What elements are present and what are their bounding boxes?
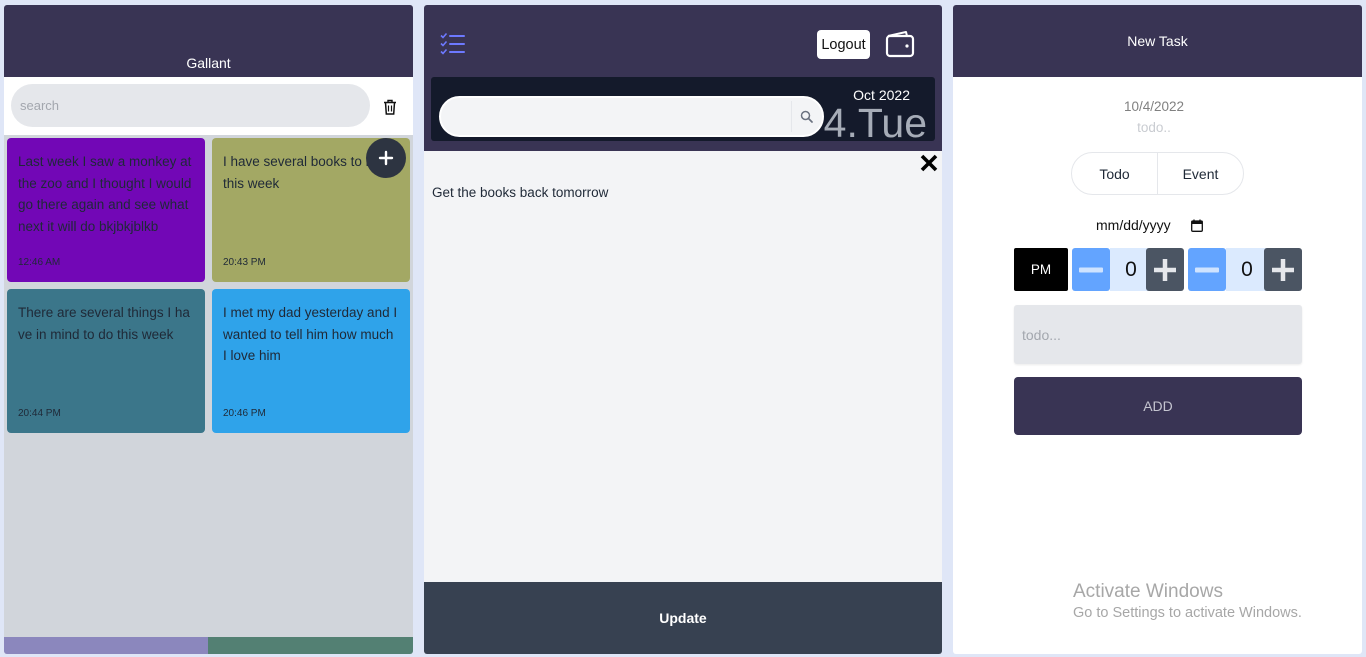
minute-increment-button[interactable] (1264, 248, 1302, 291)
notes-search-box (439, 96, 824, 137)
note-card[interactable]: There are several things I have in mind … (7, 289, 205, 433)
todo-input[interactable] (1014, 305, 1302, 364)
plus-icon (1154, 258, 1176, 281)
note-content[interactable]: Get the books back tomorrow (432, 185, 608, 200)
note-text: There are several things I have in mind … (18, 305, 190, 342)
note-editor-panel: Logout Oct 2022 4.Tue Get the books back… (424, 5, 942, 654)
note-search-input[interactable] (441, 98, 791, 135)
new-task-header: New Task (953, 5, 1362, 77)
date-input-placeholder: mm/dd/yyyy (1096, 217, 1171, 233)
editor-header: Logout Oct 2022 4.Tue (424, 5, 942, 151)
meridiem-toggle[interactable]: PM (1014, 248, 1068, 291)
watermark-title: Activate Windows (1073, 581, 1223, 602)
note-time: 20:44 PM (18, 408, 61, 419)
search-divider (791, 101, 792, 132)
trash-icon[interactable] (383, 99, 397, 115)
tab-event[interactable]: Event (1158, 153, 1243, 194)
task-preview: todo.. (1137, 120, 1171, 135)
note-text: Last week I saw a monkey at the zoo and … (18, 154, 192, 234)
windows-activation-watermark: Activate Windows Go to Settings to activ… (1073, 581, 1302, 623)
minute-value: 0 (1226, 248, 1268, 291)
notes-panel: Gallant Last week I saw a monkey at the … (4, 5, 413, 654)
footer-segment[interactable] (208, 637, 413, 654)
app-title: Gallant (186, 55, 231, 71)
note-text: I met my dad yesterday and I wanted to t… (223, 305, 398, 363)
add-note-button[interactable] (366, 138, 406, 178)
logout-button[interactable]: Logout (817, 30, 870, 59)
footer-segment[interactable] (4, 637, 208, 654)
minute-decrement-button[interactable] (1188, 248, 1226, 291)
update-button[interactable]: Update (424, 582, 942, 654)
notes-search-bar (4, 77, 413, 135)
minus-icon (1079, 267, 1103, 272)
wallet-icon[interactable] (885, 30, 915, 58)
date-search-bar: Oct 2022 4.Tue (431, 77, 935, 145)
watermark-subtitle: Go to Settings to activate Windows. (1073, 605, 1302, 621)
hour-decrement-button[interactable] (1072, 248, 1110, 291)
task-type-toggle: Todo Event (1071, 152, 1244, 195)
close-icon[interactable] (919, 153, 939, 173)
add-task-button[interactable]: ADD (1014, 377, 1302, 435)
new-task-title: New Task (1127, 33, 1188, 49)
new-task-panel: New Task 10/4/2022 todo.. Todo Event mm/… (953, 5, 1362, 654)
plus-icon (378, 150, 394, 166)
checklist-icon[interactable] (440, 32, 466, 56)
notes-header: Gallant (4, 5, 413, 77)
minus-icon (1195, 267, 1219, 272)
note-time: 20:46 PM (223, 408, 266, 419)
note-card[interactable]: I met my dad yesterday and I wanted to t… (212, 289, 410, 433)
search-icon[interactable] (800, 110, 813, 123)
plus-icon (1272, 258, 1294, 281)
hour-increment-button[interactable] (1146, 248, 1184, 291)
calendar-icon[interactable] (1190, 219, 1203, 232)
tab-todo[interactable]: Todo (1072, 153, 1158, 194)
day-label: 4.Tue (823, 100, 927, 146)
task-date: 10/4/2022 (1123, 99, 1185, 114)
date-input[interactable]: mm/dd/yyyy (1096, 217, 1203, 233)
note-time: 12:46 AM (18, 257, 61, 268)
note-card[interactable]: Last week I saw a monkey at the zoo and … (7, 138, 205, 282)
notes-footer-bar (4, 637, 413, 654)
notes-search-input[interactable] (11, 84, 370, 127)
note-time: 20:43 PM (223, 257, 266, 268)
